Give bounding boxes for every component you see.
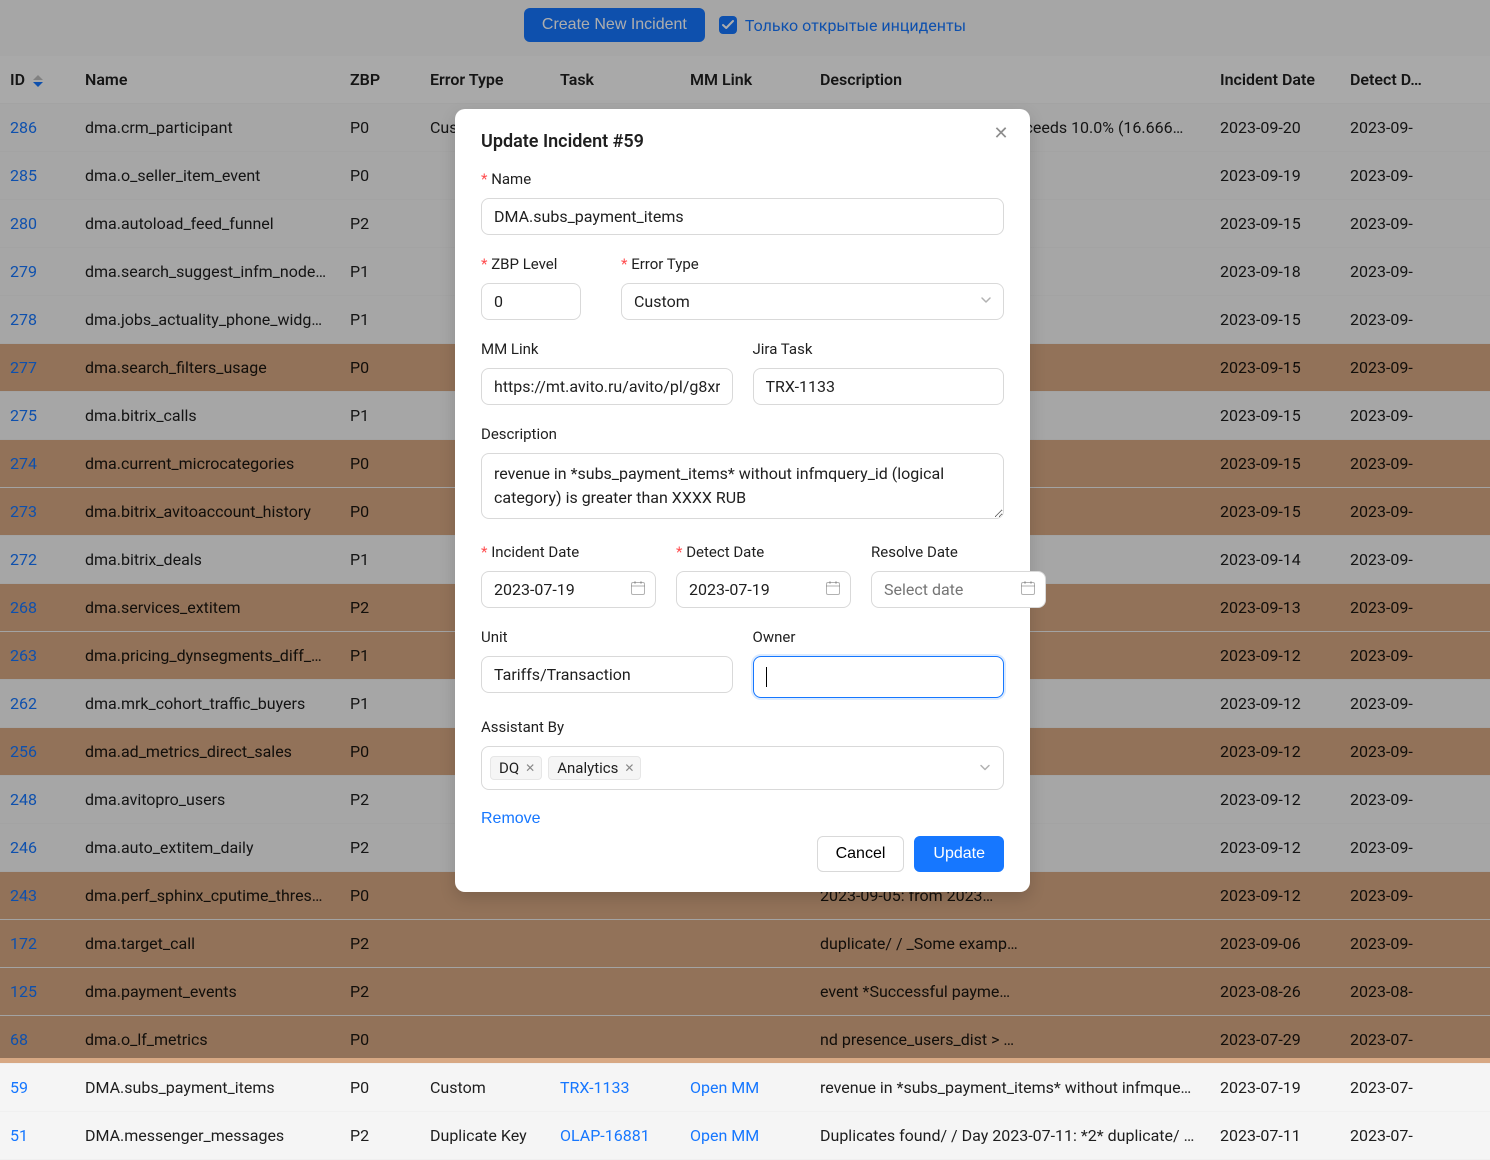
task-link[interactable]: TRX-1133: [560, 1078, 629, 1097]
name-label: Name: [481, 170, 1004, 188]
update-button[interactable]: Update: [914, 836, 1004, 872]
table-row[interactable]: 51DMA.messenger_messagesP2Duplicate KeyO…: [0, 1112, 1490, 1160]
assistant-by-label: Assistant By: [481, 718, 1004, 736]
mm-link[interactable]: Open MM: [690, 1078, 759, 1097]
chevron-down-icon: [979, 759, 991, 778]
error-type-label: Error Type: [621, 255, 1004, 273]
cancel-button[interactable]: Cancel: [817, 836, 905, 872]
detect-date-label: Detect Date: [676, 543, 851, 561]
unit-label: Unit: [481, 628, 733, 646]
close-icon[interactable]: ✕: [990, 125, 1012, 147]
name-input[interactable]: [481, 198, 1004, 235]
jira-task-label: Jira Task: [753, 340, 1005, 358]
modal-title: Update Incident #59: [481, 131, 1004, 152]
incident-date-label: Incident Date: [481, 543, 656, 561]
resolve-date-label: Resolve Date: [871, 543, 1046, 561]
description-textarea[interactable]: [481, 453, 1004, 519]
owner-label: Owner: [753, 628, 1005, 646]
incident-date-input[interactable]: [481, 571, 656, 608]
zbp-level-label: ZBP Level: [481, 255, 601, 273]
assistant-by-select[interactable]: DQ✕Analytics✕: [481, 746, 1004, 790]
detect-date-input[interactable]: [676, 571, 851, 608]
task-link[interactable]: OLAP-16881: [560, 1126, 650, 1145]
resolve-date-input[interactable]: [871, 571, 1046, 608]
zbp-level-input[interactable]: [481, 283, 581, 320]
mm-link-label: MM Link: [481, 340, 733, 358]
mm-link-input[interactable]: [481, 368, 733, 405]
remove-tag-icon[interactable]: ✕: [525, 761, 535, 775]
owner-input[interactable]: [753, 656, 1005, 698]
incident-id-link[interactable]: 51: [10, 1126, 28, 1145]
remove-link[interactable]: Remove: [481, 810, 541, 828]
assistant-tag: Analytics✕: [548, 756, 641, 780]
remove-tag-icon[interactable]: ✕: [624, 761, 634, 775]
jira-task-input[interactable]: [753, 368, 1005, 405]
unit-input[interactable]: [481, 656, 733, 693]
description-label: Description: [481, 425, 1004, 443]
incident-id-link[interactable]: 59: [10, 1078, 28, 1097]
mm-link[interactable]: Open MM: [690, 1126, 759, 1145]
assistant-tag: DQ✕: [490, 756, 542, 780]
update-incident-modal: ✕ Update Incident #59 Name ZBP Level Err…: [455, 109, 1030, 892]
table-row[interactable]: 59DMA.subs_payment_itemsP0CustomTRX-1133…: [0, 1064, 1490, 1112]
error-type-select[interactable]: [621, 283, 1004, 320]
